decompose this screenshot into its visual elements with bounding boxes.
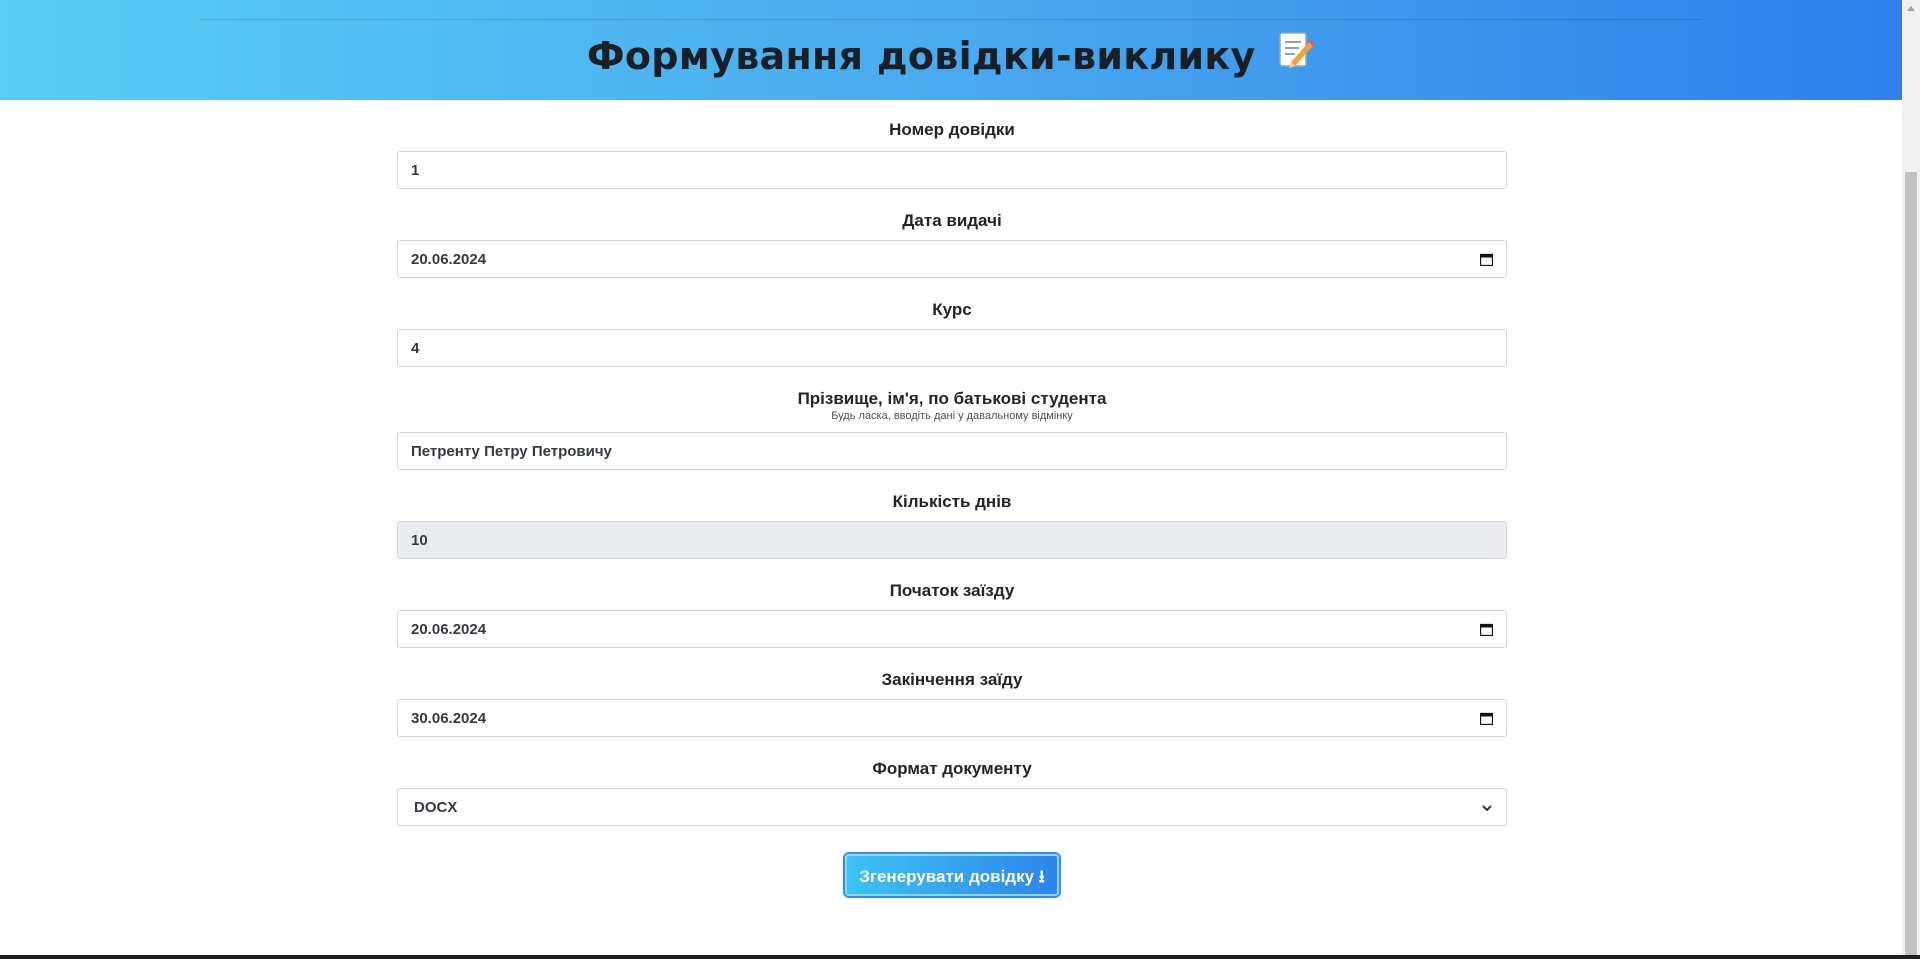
- calendar-icon[interactable]: [1479, 712, 1494, 725]
- issue-date-input[interactable]: 20.06.2024: [397, 240, 1507, 278]
- page-title-text: Формування довідки-виклику: [586, 34, 1256, 78]
- issue-date-label: Дата видачі: [902, 211, 1002, 230]
- field-arrival-start: Початок заїзду 20.06.2024: [397, 559, 1507, 648]
- course-label: Курс: [932, 300, 972, 319]
- field-student-name: Прізвище, ім'я, по батькові студента Буд…: [397, 367, 1507, 470]
- calendar-icon[interactable]: [1479, 253, 1494, 266]
- arrival-start-input[interactable]: 20.06.2024: [397, 610, 1507, 648]
- certificate-number-label: Номер довідки: [889, 120, 1015, 139]
- course-input[interactable]: 4: [397, 329, 1507, 367]
- days-count-input: 10: [397, 521, 1507, 559]
- submit-area: Згенерувати довідку ⭳: [397, 854, 1507, 896]
- student-name-hint: Будь ласка, вводіть дані у давальному ві…: [831, 410, 1073, 422]
- certificate-number-value: 1: [411, 161, 420, 179]
- arrival-start-value: 20.06.2024: [411, 620, 487, 638]
- document-format-value: DOCX: [414, 798, 458, 816]
- page-title: Формування довідки-виклику: [0, 32, 1902, 83]
- field-document-format: Формат документу DOCX: [397, 737, 1507, 826]
- student-name-input[interactable]: Петренту Петру Петровичу: [397, 432, 1507, 470]
- calendar-icon[interactable]: [1479, 623, 1494, 636]
- document-format-label: Формат документу: [872, 759, 1032, 778]
- certificate-number-input[interactable]: 1: [397, 151, 1507, 189]
- field-course: Курс 4: [397, 278, 1507, 367]
- header-divider: [200, 19, 1702, 20]
- document-format-select[interactable]: DOCX: [397, 788, 1507, 826]
- arrival-end-value: 30.06.2024: [411, 709, 487, 727]
- student-name-value: Петренту Петру Петровичу: [411, 442, 612, 460]
- field-days-count: Кількість днів 10: [397, 470, 1507, 559]
- arrival-end-input[interactable]: 30.06.2024: [397, 699, 1507, 737]
- field-certificate-number: Номер довідки 1: [397, 100, 1507, 189]
- days-count-label: Кількість днів: [892, 492, 1012, 511]
- course-value: 4: [411, 339, 420, 357]
- arrival-end-label: Закінчення заїду: [881, 670, 1023, 689]
- vertical-scrollbar[interactable]: [1902, 0, 1920, 955]
- certificate-form: Номер довідки 1 Дата видачі 20.06.2024 К…: [397, 100, 1507, 896]
- page-viewport: Формування довідки-виклику Номер довідки…: [0, 0, 1902, 955]
- generate-certificate-button[interactable]: Згенерувати довідку ⭳: [845, 854, 1059, 896]
- window-bottom-edge: [0, 955, 1920, 959]
- issue-date-value: 20.06.2024: [411, 250, 487, 268]
- memo-icon: [1277, 30, 1316, 79]
- chevron-down-icon: [1481, 801, 1493, 813]
- scroll-up-arrow-icon[interactable]: [1902, 0, 1920, 17]
- scrollbar-thumb[interactable]: [1905, 172, 1917, 955]
- field-arrival-end: Закінчення заїду 30.06.2024: [397, 648, 1507, 737]
- field-issue-date: Дата видачі 20.06.2024: [397, 189, 1507, 278]
- days-count-value: 10: [411, 531, 428, 549]
- page-header: Формування довідки-виклику: [0, 0, 1902, 100]
- arrival-start-label: Початок заїзду: [889, 581, 1015, 600]
